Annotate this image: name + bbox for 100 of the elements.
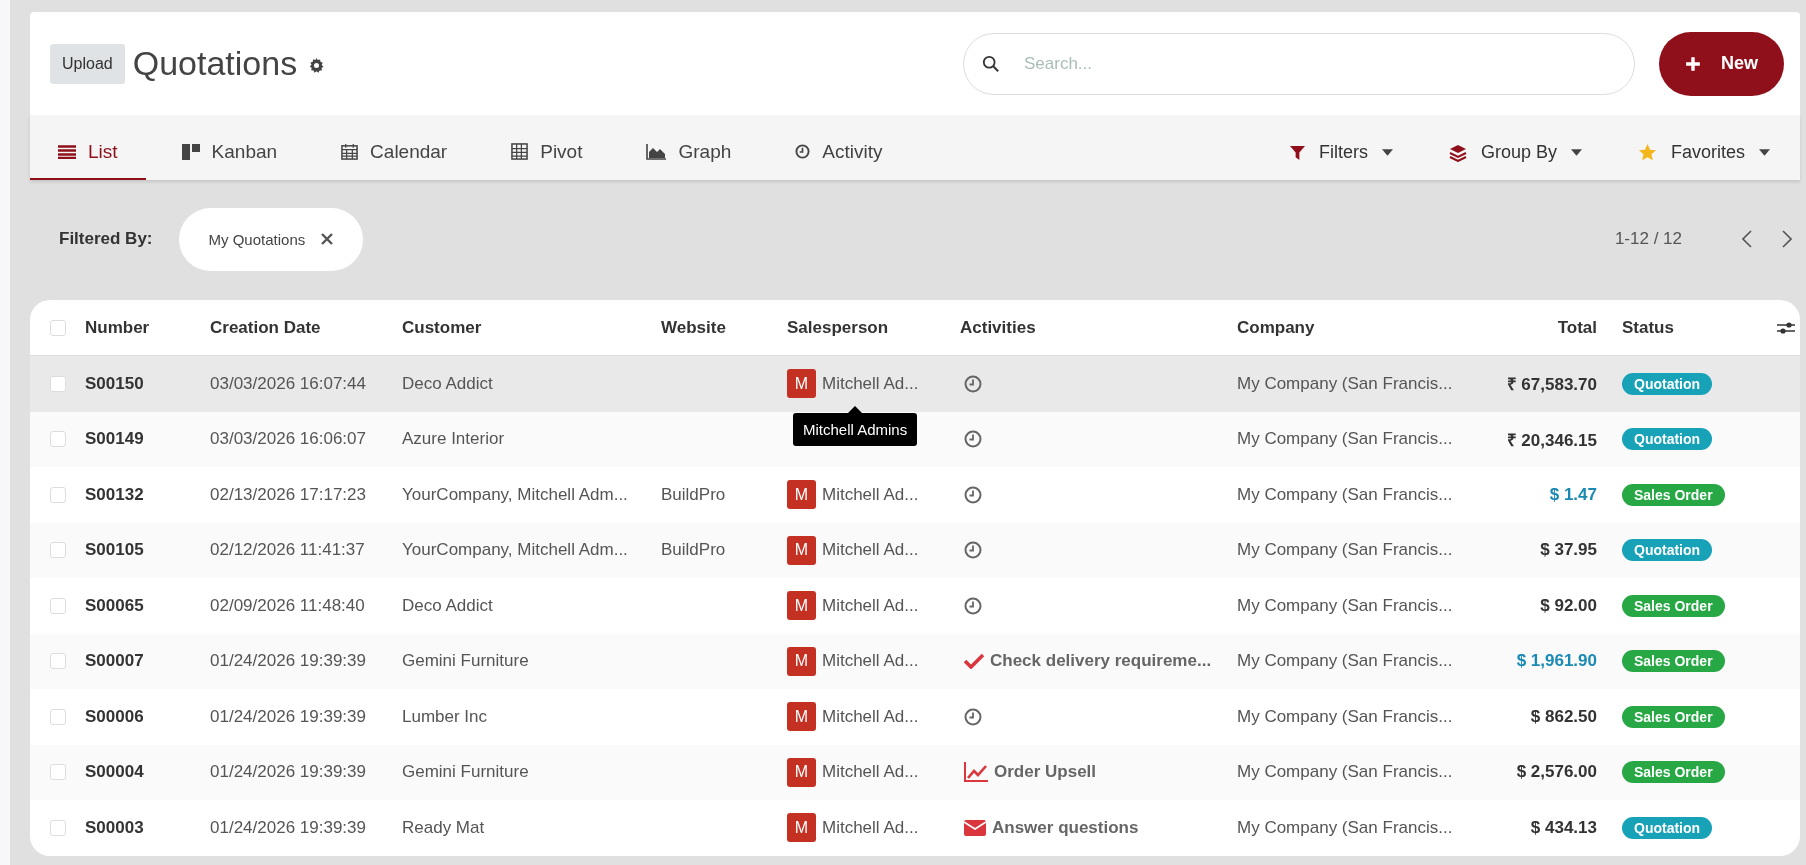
table-row[interactable]: S00004 01/24/2026 19:39:39 Gemini Furniture M Mitchell Ad... Order Upsell My Company (San Francis... $ 2,576.00 Sales Order — [30, 744, 1800, 800]
column-header[interactable]: Activities — [960, 317, 1237, 338]
table-cell: Lumber Inc — [402, 706, 488, 726]
total-amount: $ 2,576.00 — [1516, 762, 1597, 782]
row-checkbox[interactable] — [49, 542, 66, 559]
status-badge: Quotation — [1622, 372, 1713, 395]
plus-icon — [1685, 55, 1701, 72]
next-icon[interactable] — [1782, 230, 1792, 248]
row-checkbox[interactable] — [49, 708, 66, 725]
total-amount: $ 92.00 — [1540, 595, 1597, 615]
view-tab[interactable]: List — [30, 125, 146, 180]
activity-label[interactable]: Check delivery requireme... — [990, 651, 1212, 672]
view-tab[interactable]: Pivot — [483, 125, 611, 180]
avatar: M — [787, 757, 816, 787]
table-row[interactable]: S00007 01/24/2026 19:39:39 Gemini Furniture M Mitchell Ad... Check delivery requireme... My Company (San Francis... $ 1,961.90 Sales Order — [30, 633, 1800, 689]
table-row[interactable]: S00065 02/09/2026 11:48:40 Deco Addict M Mitchell Ad... My Company (San Francis... $ 92.00 Sales Order — [30, 578, 1800, 634]
trend-icon[interactable] — [964, 762, 988, 783]
clock-icon[interactable] — [964, 596, 982, 615]
row-checkbox[interactable] — [49, 597, 66, 614]
clock-icon[interactable] — [964, 485, 982, 504]
salesperson-name: Mitchell Ad... — [822, 817, 919, 838]
avatar: M — [787, 813, 816, 843]
row-checkbox[interactable] — [49, 486, 66, 503]
table-cell: My Company (San Francis... — [1237, 817, 1453, 837]
table-cell: 01/24/2026 19:39:39 — [210, 706, 366, 726]
table-cell: My Company (San Francis... — [1237, 484, 1453, 504]
table-cell: Deco Addict — [402, 595, 493, 615]
envelope-icon[interactable] — [964, 819, 986, 836]
search-icon — [982, 54, 1000, 73]
caret-icon — [1381, 149, 1393, 156]
table-cell: My Company (San Francis... — [1237, 706, 1453, 726]
search-menu[interactable]: Group By — [1448, 125, 1582, 180]
table-cell: BuildPro — [661, 484, 726, 504]
table-cell: My Company (San Francis... — [1237, 595, 1453, 615]
column-settings-icon[interactable] — [1777, 320, 1795, 335]
previous-icon[interactable] — [1742, 230, 1752, 248]
table-cell: My Company (San Francis... — [1237, 373, 1453, 393]
column-header[interactable]: Customer — [402, 317, 661, 338]
avatar: M — [787, 646, 816, 676]
table-row[interactable]: S00105 02/12/2026 11:41:37 YourCompany, Mitchell Adm... BuildPro M Mitchell Ad... My Company (San Francis... $ 37.95 Quotation — [30, 522, 1800, 578]
order-number: S00006 — [85, 706, 144, 726]
table-cell: My Company (San Francis... — [1237, 429, 1453, 449]
clock-icon[interactable] — [964, 707, 982, 726]
table-row[interactable]: S00006 01/24/2026 19:39:39 Lumber Inc M Mitchell Ad... My Company (San Francis... $ 862.50 Sales Order — [30, 689, 1800, 745]
pager-value: 1-12 / 12 — [1614, 229, 1682, 249]
column-header[interactable]: Company — [1237, 317, 1472, 338]
close-icon[interactable] — [321, 233, 334, 245]
row-checkbox[interactable] — [49, 431, 66, 448]
column-header[interactable]: Salesperson — [787, 317, 960, 338]
grid-icon — [511, 143, 529, 160]
column-header[interactable]: Website — [661, 317, 787, 338]
total-amount: $ 37.95 — [1540, 540, 1597, 560]
column-header[interactable]: Creation Date — [210, 317, 402, 338]
upload-button[interactable]: Upload — [50, 43, 125, 84]
total-amount: ₹ 67,583.70 — [1506, 375, 1597, 395]
row-checkbox[interactable] — [49, 653, 66, 670]
table-row[interactable]: S00003 01/24/2026 19:39:39 Ready Mat M Mitchell Ad... Answer questions My Company (San Francis... $ 434.13 Quotation — [30, 800, 1800, 856]
column-header[interactable]: Total — [1472, 317, 1622, 338]
activity-label[interactable]: Order Upsell — [994, 762, 1097, 783]
salesperson-name: Mitchell Ad... — [822, 595, 919, 616]
status-badge: Sales Order — [1622, 761, 1725, 784]
page-title: Quotations — [132, 44, 298, 83]
row-checkbox[interactable] — [49, 764, 66, 781]
table-row[interactable]: S00132 02/13/2026 17:17:23 YourCompany, Mitchell Adm... BuildPro M Mitchell Ad... My Company (San Francis... $ 1.47 Sales Order — [30, 467, 1800, 523]
new-button[interactable]: New — [1659, 31, 1784, 96]
view-tab[interactable]: Activity — [767, 125, 911, 180]
salesperson-name: Mitchell Ad... — [822, 373, 919, 394]
table-cell: Azure Interior — [402, 429, 505, 449]
select-all-checkbox[interactable] — [49, 319, 66, 336]
search-menu[interactable]: Favorites — [1637, 125, 1770, 180]
clock-icon[interactable] — [964, 430, 982, 449]
settings-icon[interactable] — [309, 58, 325, 73]
total-amount: $ 434.13 — [1530, 817, 1597, 837]
view-tab[interactable]: Kanban — [153, 125, 306, 180]
view-tab[interactable]: Graph — [618, 125, 760, 180]
check-icon[interactable] — [964, 653, 984, 670]
table-cell: 01/24/2026 19:39:39 — [210, 651, 366, 671]
caret-icon — [1759, 149, 1770, 156]
clock-icon[interactable] — [964, 541, 982, 560]
column-header[interactable]: Number — [85, 317, 210, 338]
status-badge: Sales Order — [1622, 705, 1725, 728]
activity-label[interactable]: Answer questions — [992, 817, 1139, 838]
order-number: S00149 — [85, 429, 144, 449]
status-badge: Sales Order — [1622, 650, 1725, 673]
table-cell: 02/13/2026 17:17:23 — [210, 484, 366, 504]
clock-icon[interactable] — [964, 374, 982, 393]
calendar-icon — [341, 143, 359, 160]
order-number: S00004 — [85, 762, 144, 782]
table-cell: Ready Mat — [402, 817, 485, 837]
avatar: M — [787, 480, 816, 510]
salesperson-name: Mitchell Ad... — [822, 762, 919, 783]
table-cell: Gemini Furniture — [402, 651, 529, 671]
row-checkbox[interactable] — [49, 819, 66, 836]
column-header[interactable]: Status — [1622, 317, 1772, 338]
search-menu[interactable]: Filters — [1289, 125, 1393, 180]
order-number: S00065 — [85, 595, 144, 615]
row-checkbox[interactable] — [49, 375, 66, 392]
star-icon — [1637, 143, 1657, 162]
table-cell: My Company (San Francis... — [1237, 762, 1453, 782]
view-tab[interactable]: Calendar — [313, 125, 476, 180]
